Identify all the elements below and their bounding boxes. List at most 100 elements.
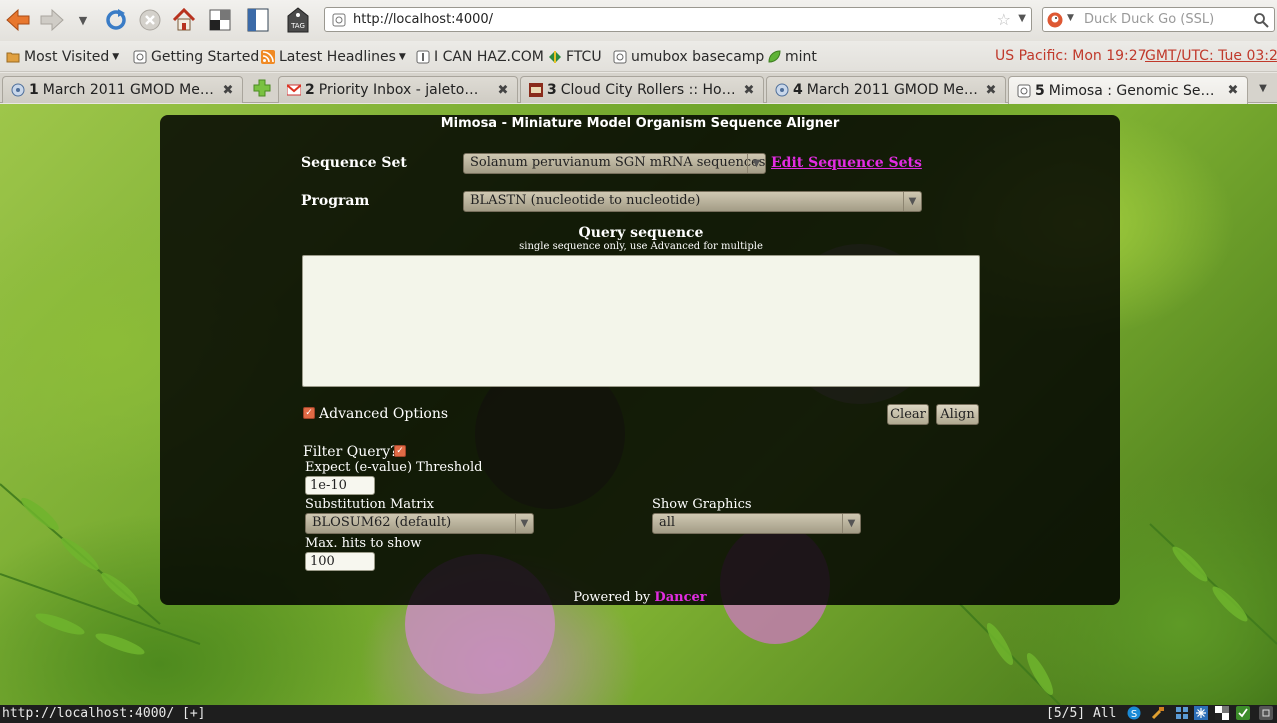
stop-icon (139, 9, 161, 31)
tab-number: 2 (305, 82, 315, 98)
addon-button-2[interactable] (244, 6, 272, 34)
windows-icon[interactable] (1175, 706, 1189, 720)
bookmark-mint[interactable]: mint (767, 47, 817, 67)
sync-icon[interactable] (1259, 706, 1273, 720)
search-icon[interactable] (1253, 12, 1269, 28)
page-icon (1017, 84, 1031, 97)
tab-5[interactable]: 5 Mimosa : Genomic Sequ... ✖ (1008, 76, 1248, 104)
tag-button[interactable]: TAG (284, 6, 312, 34)
show-graphics-select[interactable]: all ▼ (652, 513, 861, 534)
bookmark-label: FTCU (566, 49, 602, 65)
bookmark-latest-headlines[interactable]: Latest Headlines ▼ (261, 47, 406, 67)
rss-icon (261, 50, 275, 64)
tab-3[interactable]: 3 Cloud City Rollers :: Home ✖ (520, 76, 764, 103)
powered-by-text: Powered by (573, 590, 651, 605)
gmod-favicon-icon (11, 83, 25, 97)
tab-number: 4 (793, 82, 803, 98)
tab-4[interactable]: 4 March 2011 GMOD Meet... ✖ (766, 76, 1006, 103)
query-heading: Query sequence (578, 225, 704, 241)
gmail-icon (287, 84, 301, 96)
checkmark-icon: ✓ (305, 407, 313, 418)
window-icon (247, 8, 269, 32)
max-hits-input[interactable]: 100 (305, 552, 375, 571)
footer: Powered by Dancer (160, 590, 1120, 605)
tab-number: 3 (547, 82, 557, 98)
bookmark-label: mint (785, 49, 817, 65)
url-text[interactable]: http://localhost:4000/ (353, 12, 493, 27)
clear-button[interactable]: Clear (887, 404, 929, 425)
tag-icon: TAG (287, 7, 309, 33)
page-icon (416, 50, 430, 64)
sequence-set-select[interactable]: Solanum peruvianum SGN mRNA sequences ▼ (463, 153, 766, 174)
forward-button[interactable] (38, 6, 66, 34)
max-hits-label: Max. hits to show (305, 536, 422, 551)
chevron-down-icon: ▼ (78, 13, 88, 27)
tab-title: Cloud City Rollers :: Home (560, 82, 737, 98)
chevron-down-icon: ▼ (398, 52, 406, 62)
edit-sequence-sets-link[interactable]: Edit Sequence Sets (771, 155, 922, 171)
clock-utc: GMT/UTC: Tue 03:27 (1145, 48, 1277, 64)
filter-query-label: Filter Query?: (303, 444, 403, 460)
url-dropdown-icon[interactable]: ▼ (1018, 13, 1026, 24)
program-select[interactable]: BLASTN (nucleotide to nucleotide) ▼ (463, 191, 922, 212)
align-button[interactable]: Align (936, 404, 979, 425)
hammer-icon[interactable] (1151, 706, 1165, 720)
bookmark-ftcu[interactable]: FTCU (548, 47, 602, 67)
filter-query-checkbox[interactable]: ✓ (394, 445, 406, 457)
page-icon (133, 50, 147, 64)
duckduckgo-icon (1047, 12, 1063, 28)
home-button[interactable] (170, 6, 198, 34)
query-subtitle: single sequence only, use Advanced for m… (519, 241, 763, 252)
search-bar[interactable]: ▼ Duck Duck Go (SSL) (1042, 7, 1275, 32)
tab-number: 5 (1035, 82, 1045, 99)
green-extension-icon[interactable] (1236, 706, 1250, 720)
close-tab-icon[interactable]: ✖ (983, 82, 999, 98)
tab-1[interactable]: 1 March 2011 GMOD Meet... ✖ (2, 76, 243, 103)
bookmark-icanhaz[interactable]: I CAN HAZ.COM (416, 47, 544, 67)
roller-derby-icon (529, 83, 543, 97)
bookmark-star-icon[interactable]: ☆ (997, 10, 1011, 29)
chevron-down-icon: ▼ (112, 52, 120, 62)
navigation-toolbar: ▼ TAG http://localhost:4000/ ☆ ▼ ▼ Duck … (0, 0, 1277, 41)
history-dropdown[interactable]: ▼ (72, 6, 94, 34)
leaf-icon (768, 50, 781, 63)
advanced-options-label[interactable]: Advanced Options (319, 406, 448, 422)
ftcu-icon (549, 51, 561, 63)
show-graphics-value: all (659, 515, 676, 530)
addon-button-1[interactable] (206, 6, 234, 34)
query-sequence-textarea[interactable] (302, 255, 980, 387)
forward-arrow-icon (40, 8, 64, 32)
search-engine-dropdown-icon[interactable]: ▼ (1067, 13, 1074, 23)
clock-pacific: US Pacific: Mon 19:27 (995, 48, 1147, 64)
close-tab-icon[interactable]: ✖ (220, 82, 236, 98)
status-url: http://localhost:4000/ [+] (2, 706, 206, 721)
chevron-down-icon: ▼ (1259, 82, 1267, 94)
advanced-options-checkbox[interactable]: ✓ (303, 407, 315, 419)
tab-title: March 2011 GMOD Meet... (42, 82, 216, 98)
close-tab-icon[interactable]: ✖ (1225, 83, 1241, 99)
substitution-matrix-label: Substitution Matrix (305, 497, 434, 512)
url-bar[interactable]: http://localhost:4000/ ☆ ▼ (324, 7, 1032, 32)
bookmark-umubox[interactable]: umubox basecamp (613, 47, 764, 67)
skype-icon[interactable]: S (1127, 706, 1141, 720)
tab-list-button[interactable]: ▼ (1254, 79, 1272, 97)
page-icon (332, 13, 346, 27)
grid-icon (209, 9, 231, 31)
search-placeholder[interactable]: Duck Duck Go (SSL) (1084, 12, 1214, 27)
dancer-link[interactable]: Dancer (654, 590, 706, 605)
substitution-matrix-select[interactable]: BLOSUM62 (default) ▼ (305, 513, 534, 534)
close-tab-icon[interactable]: ✖ (495, 82, 511, 98)
bookmark-most-visited[interactable]: Most Visited ▼ (6, 47, 119, 67)
back-button[interactable] (4, 6, 32, 34)
expect-threshold-input[interactable]: 1e-10 (305, 476, 375, 495)
snowflake-icon[interactable] (1194, 706, 1208, 720)
reload-button[interactable] (102, 6, 130, 34)
tab-2[interactable]: 2 Priority Inbox - jaleto@g... ✖ (278, 76, 518, 103)
grid-icon[interactable] (1215, 706, 1229, 720)
page-icon (613, 50, 627, 64)
close-tab-icon[interactable]: ✖ (741, 82, 757, 98)
chevron-down-icon: ▼ (747, 154, 765, 173)
new-tab-button[interactable] (253, 79, 271, 97)
bookmark-getting-started[interactable]: Getting Started (133, 47, 259, 67)
stop-button[interactable] (136, 6, 164, 34)
